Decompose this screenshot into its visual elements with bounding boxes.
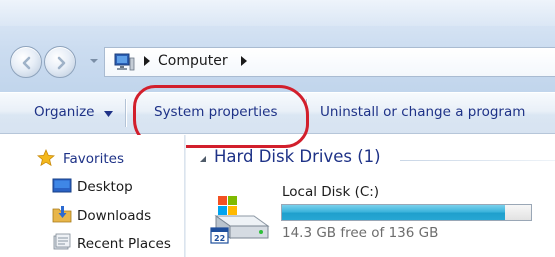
computer-icon: [114, 53, 135, 71]
forward-arrow-icon: [57, 56, 66, 70]
sidebar-item-favorites[interactable]: Favorites: [63, 151, 124, 167]
drive-usage-fill: [282, 205, 505, 220]
titlebar-top-strip: [0, 0, 555, 26]
command-separator: [125, 99, 126, 127]
back-button[interactable]: [10, 46, 42, 78]
chevron-down-icon[interactable]: [104, 111, 113, 117]
drive-free-space: 14.3 GB free of 136 GB: [282, 225, 439, 241]
back-arrow-icon: [22, 56, 31, 70]
drive-usage-bar: [281, 204, 532, 221]
group-header-rule: [400, 160, 555, 161]
pane-divider[interactable]: [184, 135, 186, 257]
forward-button[interactable]: [44, 46, 76, 78]
breadcrumb-computer[interactable]: Computer: [158, 53, 228, 69]
local-disk-icon[interactable]: 22: [208, 194, 272, 246]
svg-text:22: 22: [214, 234, 225, 243]
group-header-hard-disk-drives[interactable]: Hard Disk Drives (1): [214, 147, 381, 166]
sidebar-item-desktop[interactable]: Desktop: [77, 179, 133, 195]
recent-places-icon: [53, 233, 71, 250]
sidebar-item-recent-places[interactable]: Recent Places: [77, 236, 171, 252]
organize-button[interactable]: Organize: [34, 104, 94, 120]
drive-name[interactable]: Local Disk (C:): [282, 184, 379, 200]
downloads-icon: [52, 206, 72, 223]
window-titlebar: [0, 0, 555, 92]
collapse-group-icon[interactable]: [199, 155, 207, 163]
breadcrumb-separator-icon[interactable]: [240, 56, 248, 66]
desktop-icon: [52, 178, 72, 193]
sidebar-item-downloads[interactable]: Downloads: [77, 208, 151, 224]
uninstall-program-button[interactable]: Uninstall or change a program: [320, 104, 525, 120]
breadcrumb-separator-icon[interactable]: [143, 56, 151, 66]
star-icon: [37, 149, 55, 167]
recent-pages-dropdown-icon[interactable]: [89, 55, 99, 67]
